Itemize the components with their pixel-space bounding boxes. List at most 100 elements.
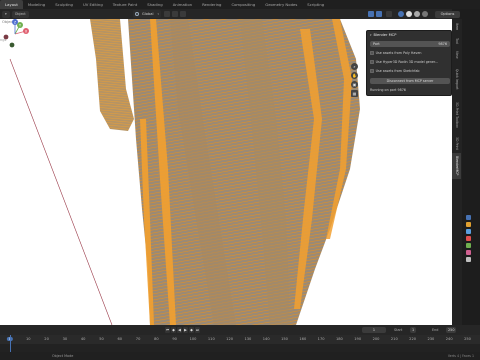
workspace-tab[interactable]: Layout [0,0,23,9]
blender-mcp-panel: ▾ Blender MCP Port 9876 Use assets from P… [366,30,452,96]
pan-hand-icon[interactable]: ✋ [351,72,358,79]
play-reverse-icon[interactable]: ◀ [177,327,182,333]
timeline-tracks[interactable] [0,344,480,352]
globe-icon [135,12,139,16]
ruler-tick: 50 [99,337,104,341]
solid-shading-icon[interactable] [406,11,412,17]
sidebar-tab[interactable]: Tool [452,35,461,47]
overlays-icon[interactable] [376,11,382,17]
workspace-tab[interactable]: Sculpting [50,0,78,9]
end-frame-field[interactable]: 250 [446,327,457,333]
ruler-tick: 200 [372,337,380,341]
server-status-text: Running on port 9876 [370,88,406,92]
start-frame-field[interactable]: 1 [410,327,417,333]
current-frame-field[interactable]: 1 [362,327,386,333]
pivot-icon[interactable] [164,11,170,17]
ruler-tick: 70 [135,337,141,341]
tool-icon[interactable] [466,215,471,220]
ruler-tick: 130 [244,337,252,341]
properties-icons [465,215,473,264]
prev-keyframe-icon[interactable]: ◆ [171,327,176,333]
sidebar-tab[interactable]: Quick Import [452,63,461,95]
viewport-header: ▾ Object Global ▾ [0,9,452,19]
workspace-tabs: Layout Modeling Sculpting UV Editing Texture… [0,0,329,9]
ruler-tick: 190 [354,337,362,341]
workspace-tab[interactable]: Compositing [226,0,260,9]
port-field[interactable]: Port 9876 [370,41,450,47]
workspace-tab[interactable]: Modeling [23,0,50,9]
sidebar-tab[interactable]: View [452,49,461,61]
playhead[interactable] [10,335,11,352]
workspace-tab[interactable]: Shading [142,0,167,9]
snap-icon[interactable] [172,11,178,17]
jump-start-icon[interactable]: ⏮ [165,327,170,333]
ruler-tick: 60 [117,337,123,341]
constraint-icon[interactable] [466,243,471,248]
transform-orientation-dropdown[interactable]: Global ▾ [133,10,161,18]
chevron-down-icon: ▾ [157,12,159,16]
ruler-tick: 240 [445,337,453,341]
wireframe-shading-icon[interactable] [398,11,404,17]
workspace-tab[interactable]: Scripting [302,0,329,9]
status-right-text: Verts 4 | Faces 1 [447,354,474,358]
ruler-tick: 90 [172,337,177,341]
workspace-tab[interactable]: Rendering [197,0,226,9]
workspace-tab[interactable]: Texture Paint [108,0,143,9]
workspace-tab[interactable]: Geometry Nodes [260,0,302,9]
rendered-shading-icon[interactable] [422,11,428,17]
material-shading-icon[interactable] [414,11,420,17]
timeline-ruler[interactable]: 0102030405060708090100110120130140150160… [0,335,480,344]
sidebar-tab[interactable]: 3D Print [452,135,461,151]
checkbox-label: Use assets from Sketchfab [375,69,420,73]
status-bar: Object Mode Verts 4 | Faces 1 [0,352,480,360]
modifier-icon[interactable] [466,229,471,234]
ruler-tick: 40 [80,337,86,341]
ruler-tick: 170 [317,337,325,341]
ruler-tick: 160 [299,337,307,341]
sketchfab-checkbox[interactable]: Use assets from Sketchfab [370,68,419,74]
timeline-header: ⏮ ◆ ◀ ▶ ◆ ⏭ 1 Start 1 End 250 [0,325,480,335]
workspace-tab[interactable]: Animation [168,0,197,9]
object-icon[interactable] [466,222,471,227]
navigation-gizmo[interactable]: X Y Z [0,19,30,49]
physics-icon[interactable] [466,236,471,241]
material-icon[interactable] [466,250,471,255]
ruler-tick: 180 [335,337,343,341]
ruler-tick: 220 [409,337,417,341]
disconnect-button[interactable]: Disconnect from MCP server [370,78,450,84]
options-button[interactable]: Options [435,11,460,18]
perspective-grid-icon[interactable]: ▦ [351,90,358,97]
workspace-tab[interactable]: UV Editing [78,0,108,9]
start-label: Start [394,328,403,332]
checkbox-label: Use Hyper3D Rodin 3D model gener... [375,60,439,64]
next-keyframe-icon[interactable]: ◆ [189,327,194,333]
workspace-bar: Layout Modeling Sculpting UV Editing Texture… [0,0,480,9]
sidebar-tab[interactable]: Item [452,21,461,33]
proportional-edit-icon[interactable] [180,11,186,17]
sidebar-tab[interactable]: 3D-Print Toolbox [452,97,461,133]
camera-icon[interactable]: ▣ [351,81,358,88]
collapse-arrow-icon: ▾ [370,33,372,37]
ruler-tick: 110 [207,337,215,341]
poly-haven-checkbox[interactable]: Use assets from Poly Haven [370,50,421,56]
ruler-tick: 80 [154,337,159,341]
checkbox-box[interactable] [370,51,374,55]
zoom-icon[interactable]: ⌕ [351,63,358,70]
show-gizmo-icon[interactable] [368,11,374,17]
editor-type-button[interactable]: ▾ [2,10,10,18]
play-icon[interactable]: ▶ [183,327,188,333]
jump-end-icon[interactable]: ⏭ [195,327,200,333]
object-mode-dropdown[interactable]: Object [11,10,29,18]
ruler-tick: 230 [427,337,435,341]
sidebar-tabs: Item Tool View Quick Import 3D-Print Toolbox… [452,19,480,325]
xray-icon[interactable] [386,11,392,17]
hyper3d-rodin-checkbox[interactable]: Use Hyper3D Rodin 3D model gener... [370,59,438,65]
mcp-panel-header[interactable]: ▾ Blender MCP [370,32,396,38]
status-left-text: Object Mode [52,354,74,358]
texture-icon[interactable] [466,257,471,262]
checkbox-box[interactable] [370,69,374,73]
ruler-tick: 20 [44,337,49,341]
ruler-tick: 250 [464,337,471,341]
sidebar-tab[interactable]: BlenderMCP [452,153,461,179]
checkbox-box[interactable] [370,60,374,64]
